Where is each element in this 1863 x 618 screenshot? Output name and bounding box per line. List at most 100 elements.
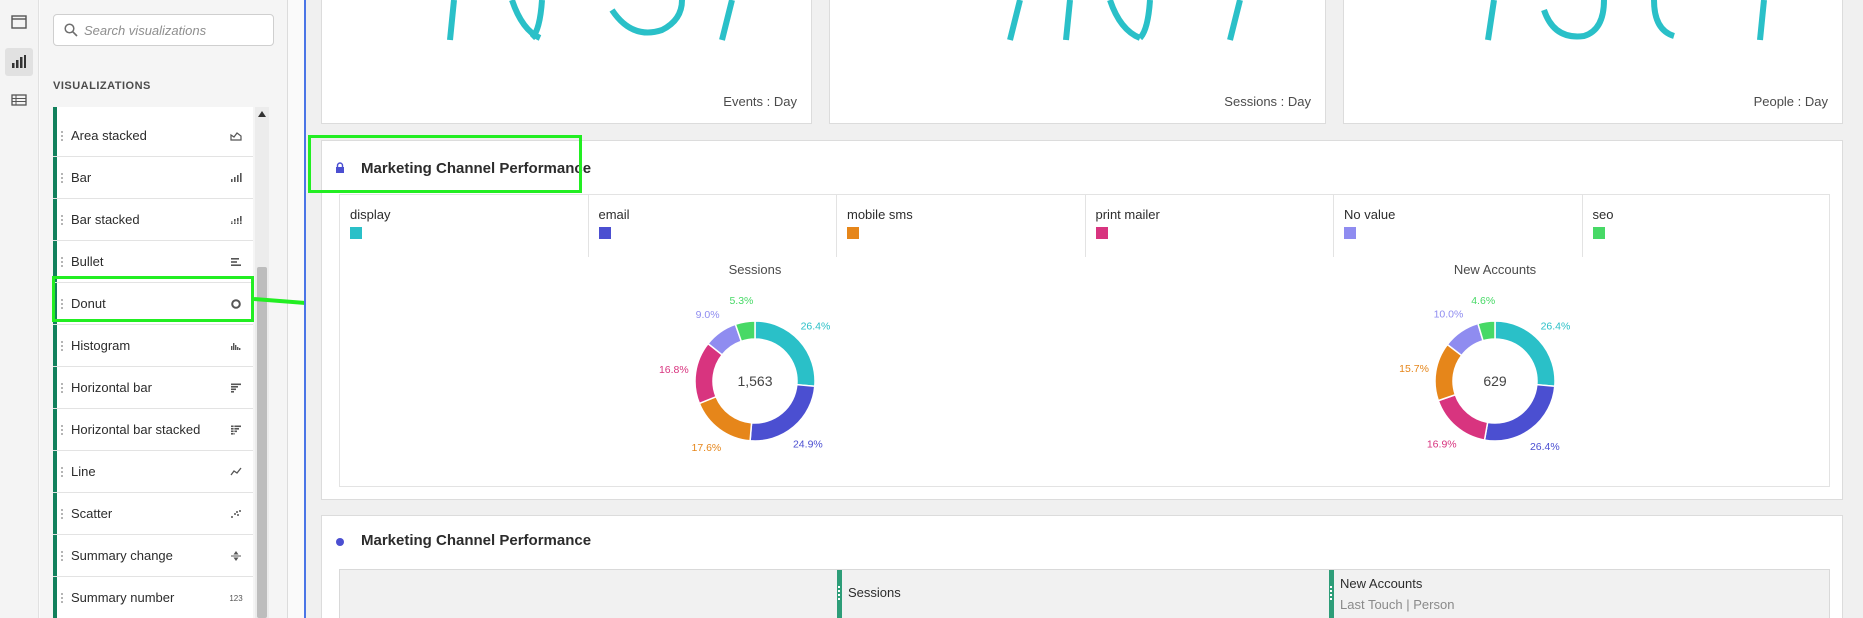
legend-swatch [350, 227, 362, 239]
column-drag-handle[interactable] [837, 570, 842, 618]
donut-chart-sessions[interactable]: 26.4% 24.9% 17.6% 16.8% 9.0% 5.3% 1,563 [605, 286, 905, 476]
drag-handle-icon[interactable] [61, 341, 63, 351]
viz-item-label: Bullet [71, 254, 104, 269]
viz-item-line[interactable]: Line [53, 451, 253, 493]
drag-handle-icon[interactable] [61, 551, 63, 561]
drag-handle-icon[interactable] [61, 425, 63, 435]
drag-handle-icon[interactable] [61, 131, 63, 141]
column-label: Sessions [848, 585, 901, 600]
drag-handle-icon[interactable] [61, 215, 63, 225]
chart-title-sessions: Sessions [728, 262, 782, 277]
donut-data-label: 26.4% [801, 321, 831, 333]
search-icon [64, 23, 78, 42]
legend-label: display [350, 207, 391, 222]
drag-handle-icon[interactable] [61, 467, 63, 477]
donut-center-total: 629 [1483, 373, 1507, 389]
viz-item-label: Horizontal bar [71, 380, 152, 395]
donut-chart-area: Sessions New Accounts 26.4% 24.9% 17.6% 16.… [339, 256, 1830, 487]
viz-item-histogram[interactable]: Histogram [53, 325, 253, 367]
donut-panel[interactable]: Marketing Channel Performance display ema… [321, 140, 1843, 500]
column-header-new-accounts[interactable]: New Accounts Last Touch | Person [1329, 570, 1831, 618]
viz-item-label: Histogram [71, 338, 131, 353]
legend-label: email [598, 207, 630, 222]
viz-item-summary-change[interactable]: Summary change [53, 535, 253, 577]
kpi-number-partial [1485, 0, 1767, 41]
donut-slice-print-mailer[interactable] [694, 342, 724, 405]
column-label: New Accounts [1340, 576, 1423, 591]
kpi-caption: Events : Day [723, 94, 797, 109]
horizontal-bar-icon [229, 381, 243, 395]
legend-item[interactable]: print mailer [1086, 195, 1334, 257]
column-drag-handle[interactable] [1329, 570, 1334, 618]
histogram-icon [229, 339, 243, 353]
kpi-caption: Sessions : Day [1224, 94, 1311, 109]
legend-item[interactable]: email [589, 195, 837, 257]
viz-item-label: Area stacked [71, 128, 147, 143]
drag-handle-icon[interactable] [61, 509, 63, 519]
scatter-icon [229, 507, 243, 521]
visualizations-icon[interactable] [5, 48, 33, 76]
drag-handle-icon[interactable] [61, 383, 63, 393]
drag-handle-icon[interactable] [61, 593, 63, 603]
donut-slice-print-mailer[interactable] [1437, 393, 1489, 441]
legend-swatch [1095, 227, 1108, 239]
viz-item-bar[interactable]: Bar [53, 157, 253, 199]
donut-center-total: 1,563 [737, 373, 772, 389]
viz-item-summary-number[interactable]: Summary number 123 [53, 577, 253, 618]
donut-slice-email[interactable] [1483, 383, 1556, 442]
viz-item-area-stacked[interactable]: Area stacked [53, 115, 253, 157]
donut-data-label: 16.9% [1427, 438, 1457, 450]
legend-item[interactable]: No value [1334, 195, 1583, 257]
list-scrollbar[interactable] [255, 107, 269, 618]
horizontal-bar-stacked-icon [229, 423, 243, 437]
panels-icon[interactable] [5, 8, 33, 36]
donut-data-label: 15.7% [1399, 363, 1429, 375]
section-title: VISUALIZATIONS [53, 80, 151, 92]
donut-slice-mobile-sms[interactable] [698, 395, 753, 442]
legend-label: mobile sms [847, 207, 913, 222]
viz-item-label: Horizontal bar stacked [71, 422, 201, 437]
list-top-fragment [53, 107, 253, 115]
column-header-sessions[interactable]: Sessions [837, 570, 1329, 618]
legend-swatch [1592, 227, 1605, 239]
summary-number-icon: 123 [229, 593, 243, 603]
donut-data-label: 24.9% [793, 439, 823, 451]
scroll-up-icon[interactable] [258, 111, 266, 117]
drag-handle-icon[interactable] [61, 173, 63, 183]
viz-item-label: Summary number [71, 590, 175, 605]
bar-stacked-icon [229, 213, 243, 227]
search-input[interactable] [84, 22, 264, 38]
kpi-caption: People : Day [1753, 94, 1828, 109]
components-icon[interactable] [5, 86, 33, 114]
kpi-card-events[interactable]: Events : Day [321, 0, 812, 124]
table-header: Sessions New Accounts Last Touch | Perso… [339, 569, 1830, 618]
kpi-card-sessions[interactable]: Sessions : Day [829, 0, 1326, 124]
viz-item-label: Bar [71, 170, 92, 185]
bullet-icon [229, 255, 243, 269]
visualization-list: Area stacked Bar Bar stacked Bullet Donu [53, 107, 253, 618]
freeform-table-panel[interactable]: Marketing Channel Performance Sessions N… [321, 515, 1843, 618]
legend-swatch [1344, 227, 1356, 239]
search-box[interactable] [53, 14, 274, 46]
project-canvas: Events : Day Sessions : Day People : Day [306, 0, 1863, 618]
legend-swatch [847, 227, 859, 239]
viz-item-horizontal-bar[interactable]: Horizontal bar [53, 367, 253, 409]
kpi-card-people[interactable]: People : Day [1343, 0, 1843, 124]
donut-slice-email[interactable] [749, 383, 816, 442]
legend-item[interactable]: mobile sms [837, 195, 1086, 257]
viz-item-horizontal-bar-stacked[interactable]: Horizontal bar stacked [53, 409, 253, 451]
bar-icon [229, 171, 243, 185]
donut-highlight [52, 276, 254, 322]
chart-legend: display email mobile sms print mailer No val… [339, 194, 1832, 257]
viz-item-bar-stacked[interactable]: Bar stacked [53, 199, 253, 241]
legend-item[interactable]: seo [1583, 195, 1832, 257]
donut-data-label: 26.4% [1530, 441, 1560, 453]
donut-chart-new-accounts[interactable]: 26.4% 26.4% 16.9% 15.7% 10.0% 4.6% 629 [1345, 286, 1645, 476]
summary-change-icon [229, 549, 243, 563]
kpi-number-partial [1007, 0, 1243, 41]
viz-item-scatter[interactable]: Scatter [53, 493, 253, 535]
legend-item[interactable]: display [340, 195, 589, 257]
panel-title-highlight [308, 135, 582, 193]
panel-title[interactable]: Marketing Channel Performance [361, 532, 591, 549]
drag-handle-icon[interactable] [61, 257, 63, 267]
